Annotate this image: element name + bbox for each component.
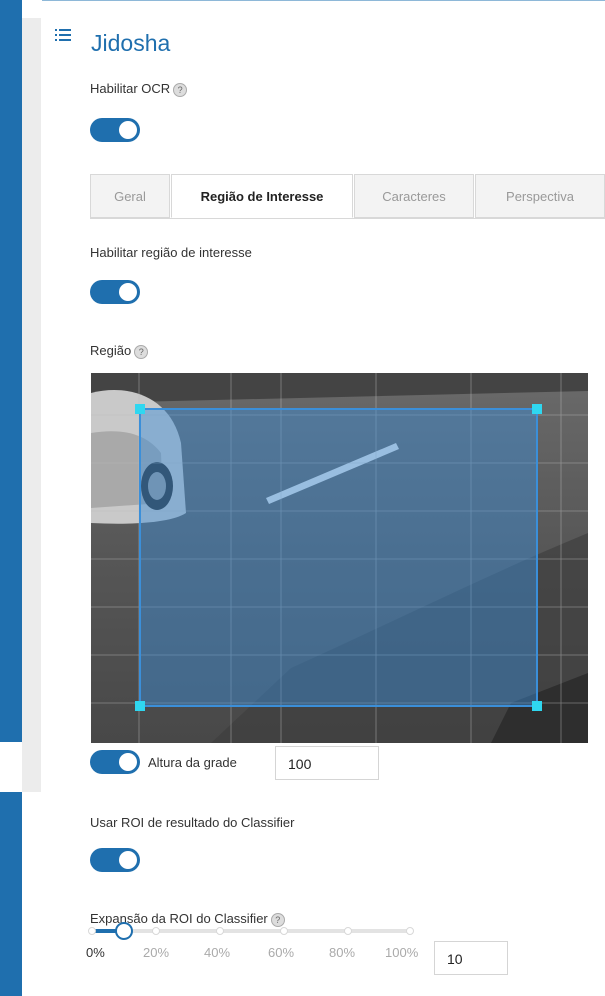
road-image	[91, 373, 588, 743]
slider-step-dot	[152, 927, 160, 935]
roi-handle-top-left[interactable]	[135, 404, 145, 414]
tabs-underline	[90, 218, 605, 219]
roi-handle-bottom-right[interactable]	[532, 701, 542, 711]
slider-step-dot	[344, 927, 352, 935]
tab-caracteres[interactable]: Caracteres	[354, 174, 474, 218]
slider-tick-label: 20%	[143, 945, 170, 960]
page-title: Jidosha	[91, 30, 171, 56]
help-icon[interactable]: ?	[270, 912, 285, 927]
region-editor[interactable]	[91, 373, 588, 743]
tab-perspectiva[interactable]: Perspectiva	[475, 174, 605, 218]
roi-handle-bottom-left[interactable]	[135, 701, 145, 711]
enable-roi-toggle[interactable]	[90, 280, 140, 304]
toggle-knob	[119, 121, 137, 139]
slider-tick-label: 0%	[86, 945, 105, 960]
grid-height-input[interactable]: 100	[275, 746, 379, 780]
slider-tick-label: 100%	[385, 945, 419, 960]
tab-regiao-de-interesse[interactable]: Região de Interesse	[171, 174, 353, 218]
grid-height-label: Altura da grade	[148, 755, 237, 770]
panel-top-border	[42, 0, 605, 1]
slider-tick-label: 40%	[204, 945, 231, 960]
roi-handle-top-right[interactable]	[532, 404, 542, 414]
tab-bar: Geral Região de Interesse Caracteres Per…	[90, 174, 605, 219]
left-bar-gap	[0, 742, 22, 792]
toggle-knob	[119, 753, 137, 771]
expansion-slider-handle[interactable]	[114, 922, 133, 940]
classifier-roi-label: Usar ROI de resultado do Classifier	[90, 815, 295, 830]
slider-tick-label: 60%	[268, 945, 295, 960]
slider-step-dot	[216, 927, 224, 935]
region-label: Região?	[90, 343, 149, 359]
side-rail	[22, 18, 41, 792]
slider-step-dot	[280, 927, 288, 935]
slider-step-dot	[406, 927, 414, 935]
toggle-knob	[119, 851, 137, 869]
expansion-value-input[interactable]: 10	[434, 941, 508, 975]
expansion-slider-track[interactable]	[92, 929, 410, 933]
enable-ocr-toggle[interactable]	[90, 118, 140, 142]
toggle-knob	[119, 283, 137, 301]
list-icon[interactable]	[55, 28, 71, 42]
enable-ocr-label: Habilitar OCR?	[90, 81, 188, 97]
slider-step-dot	[88, 927, 96, 935]
enable-roi-label: Habilitar região de interesse	[90, 245, 252, 260]
classifier-roi-toggle[interactable]	[90, 848, 140, 872]
left-accent-bar	[0, 0, 22, 996]
grid-toggle[interactable]	[90, 750, 140, 774]
tab-geral[interactable]: Geral	[90, 174, 170, 218]
help-icon[interactable]: ?	[173, 82, 188, 97]
help-icon[interactable]: ?	[134, 344, 149, 359]
slider-tick-label: 80%	[329, 945, 356, 960]
